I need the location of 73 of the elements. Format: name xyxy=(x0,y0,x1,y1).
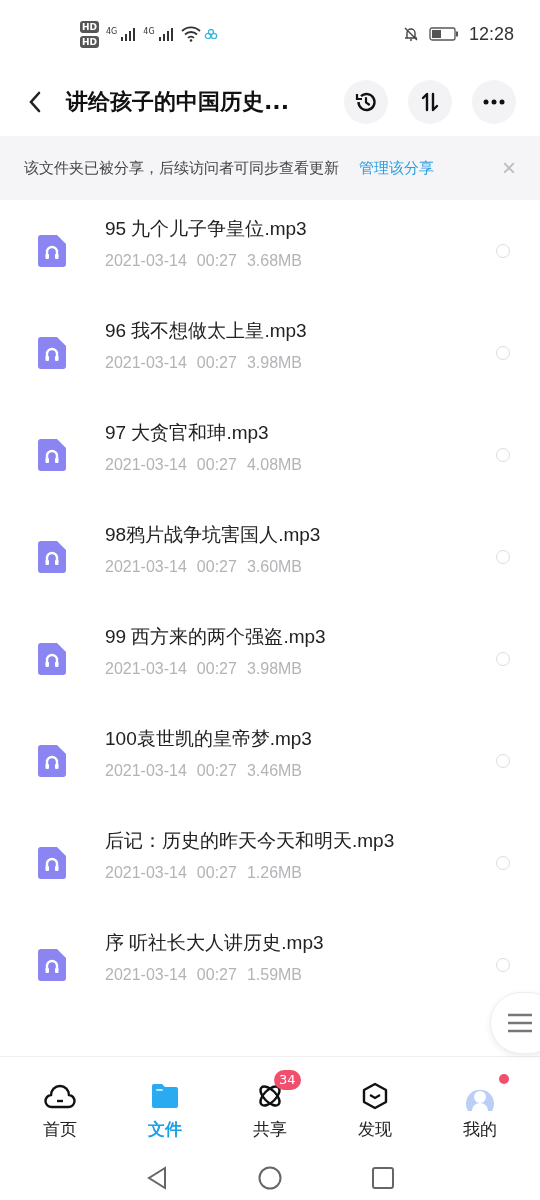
audio-file-icon xyxy=(38,235,66,267)
signal-icon xyxy=(157,27,174,41)
share-message: 该文件夹已被分享，后续访问者可同步查看更新 xyxy=(24,158,339,178)
file-name[interactable]: 后记：历史的昨天今天和明天.mp3 xyxy=(105,828,496,854)
file-date: 2021-03-14 xyxy=(105,354,187,372)
network-label: 4G xyxy=(143,26,155,36)
nav-tab[interactable]: 34 共享 xyxy=(230,1067,310,1145)
file-size: 3.98MB xyxy=(246,660,303,678)
file-name[interactable]: 98鸦片战争坑害国人.mp3 xyxy=(105,522,496,548)
file-size: 1.26MB xyxy=(246,864,303,882)
sort-button[interactable] xyxy=(408,80,452,124)
hd-label: HD xyxy=(80,20,99,33)
hexagon-clock-icon xyxy=(360,1081,389,1110)
file-name[interactable]: 95 九个儿子争皇位.mp3 xyxy=(105,216,496,242)
network-label: 4G xyxy=(106,26,118,36)
file-name[interactable]: 序 听社长大人讲历史.mp3 xyxy=(105,930,496,956)
clock-time: 12:28 xyxy=(468,23,514,45)
file-date: 2021-03-14 xyxy=(105,864,187,882)
more-icon xyxy=(483,99,505,105)
audio-file-icon xyxy=(38,949,66,981)
file-date: 2021-03-14 xyxy=(105,252,187,270)
file-date: 2021-03-14 xyxy=(105,966,187,984)
file-name[interactable]: 100袁世凯的皇帝梦.mp3 xyxy=(105,726,496,752)
home-nav-icon[interactable] xyxy=(258,1165,282,1190)
wifi-icon xyxy=(180,26,201,42)
file-size: 3.68MB xyxy=(246,252,303,270)
file-time: 00:27 xyxy=(196,558,237,576)
signal-icon xyxy=(120,27,137,41)
more-button[interactable] xyxy=(472,80,516,124)
count-badge: 34 xyxy=(274,1069,301,1090)
file-size: 1.59MB xyxy=(246,966,303,984)
folder-icon xyxy=(150,1082,181,1109)
audio-file-icon xyxy=(38,541,66,573)
menu-button[interactable] xyxy=(490,992,540,1054)
file-name[interactable]: 99 西方来的两个强盗.mp3 xyxy=(105,624,496,650)
audio-file-icon xyxy=(38,643,66,675)
battery-icon xyxy=(428,27,459,41)
bell-muted-icon xyxy=(402,26,419,42)
cloud-icon xyxy=(44,1082,77,1109)
file-date: 2021-03-14 xyxy=(105,660,187,678)
file-time: 00:27 xyxy=(196,354,237,372)
history-icon xyxy=(354,90,378,114)
recents-nav-icon[interactable] xyxy=(372,1166,394,1189)
cloud-sync-icon xyxy=(203,29,218,39)
hd-label: HD xyxy=(80,35,99,48)
file-size: 3.60MB xyxy=(246,558,303,576)
file-time: 00:27 xyxy=(196,252,237,270)
nav-tab[interactable]: 首页 xyxy=(20,1067,101,1145)
file-size: 3.46MB xyxy=(246,762,303,780)
file-name[interactable]: 96 我不想做太上皇.mp3 xyxy=(105,318,496,344)
file-date: 2021-03-14 xyxy=(105,762,187,780)
audio-file-icon xyxy=(38,745,66,777)
file-size: 3.98MB xyxy=(246,354,303,372)
folder-title: 讲给孩子的中国历史... xyxy=(66,88,291,116)
file-name[interactable]: 97 大贪官和珅.mp3 xyxy=(105,420,496,446)
file-date: 2021-03-14 xyxy=(105,456,187,474)
file-time: 00:27 xyxy=(196,864,237,882)
file-time: 00:27 xyxy=(196,456,237,474)
sort-icon xyxy=(419,91,441,113)
file-time: 00:27 xyxy=(196,762,237,780)
menu-icon xyxy=(507,1013,533,1033)
nav-tab[interactable]: 我的 xyxy=(439,1067,520,1145)
file-size: 4.08MB xyxy=(246,456,303,474)
file-time: 00:27 xyxy=(196,660,237,678)
audio-file-icon xyxy=(38,337,66,369)
back-nav-icon[interactable] xyxy=(146,1165,168,1190)
file-time: 00:27 xyxy=(196,966,237,984)
file-date: 2021-03-14 xyxy=(105,558,187,576)
nav-tab[interactable]: 发现 xyxy=(334,1067,415,1145)
audio-file-icon xyxy=(38,847,66,879)
audio-file-icon xyxy=(38,439,66,471)
back-icon[interactable] xyxy=(28,91,42,113)
history-button[interactable] xyxy=(344,80,388,124)
